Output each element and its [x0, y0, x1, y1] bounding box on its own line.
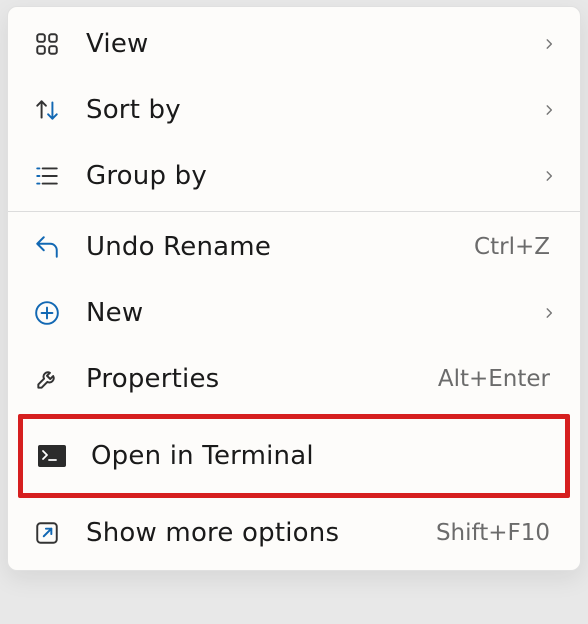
menu-item-open-terminal[interactable]: Open in Terminal: [23, 419, 565, 493]
menu-item-undo-rename[interactable]: Undo Rename Ctrl+Z: [8, 214, 580, 280]
chevron-right-icon: [540, 35, 558, 53]
menu-item-view[interactable]: View: [8, 11, 580, 77]
grid-icon: [32, 29, 62, 59]
menu-divider: [8, 211, 580, 212]
menu-item-shortcut: Ctrl+Z: [474, 234, 550, 260]
highlight-box: Open in Terminal: [18, 414, 570, 498]
menu-item-label: Open in Terminal: [91, 441, 553, 471]
undo-icon: [32, 232, 62, 262]
menu-item-label: Sort by: [86, 95, 540, 125]
context-menu: View Sort by: [7, 6, 581, 571]
sort-icon: [32, 95, 62, 125]
menu-item-label: Properties: [86, 364, 438, 394]
plus-circle-icon: [32, 298, 62, 328]
menu-item-label: Undo Rename: [86, 232, 474, 262]
terminal-icon: [37, 441, 67, 471]
menu-item-show-more-options[interactable]: Show more options Shift+F10: [8, 500, 580, 566]
menu-item-shortcut: Alt+Enter: [438, 366, 550, 392]
menu-item-label: Group by: [86, 161, 540, 191]
menu-item-shortcut: Shift+F10: [436, 520, 550, 546]
menu-item-label: Show more options: [86, 518, 436, 548]
chevron-right-icon: [540, 304, 558, 322]
expand-icon: [32, 518, 62, 548]
menu-item-label: View: [86, 29, 540, 59]
menu-item-properties[interactable]: Properties Alt+Enter: [8, 346, 580, 412]
menu-item-new[interactable]: New: [8, 280, 580, 346]
wrench-icon: [32, 364, 62, 394]
menu-item-sort-by[interactable]: Sort by: [8, 77, 580, 143]
chevron-right-icon: [540, 101, 558, 119]
chevron-right-icon: [540, 167, 558, 185]
menu-item-label: New: [86, 298, 540, 328]
list-group-icon: [32, 161, 62, 191]
menu-item-group-by[interactable]: Group by: [8, 143, 580, 209]
